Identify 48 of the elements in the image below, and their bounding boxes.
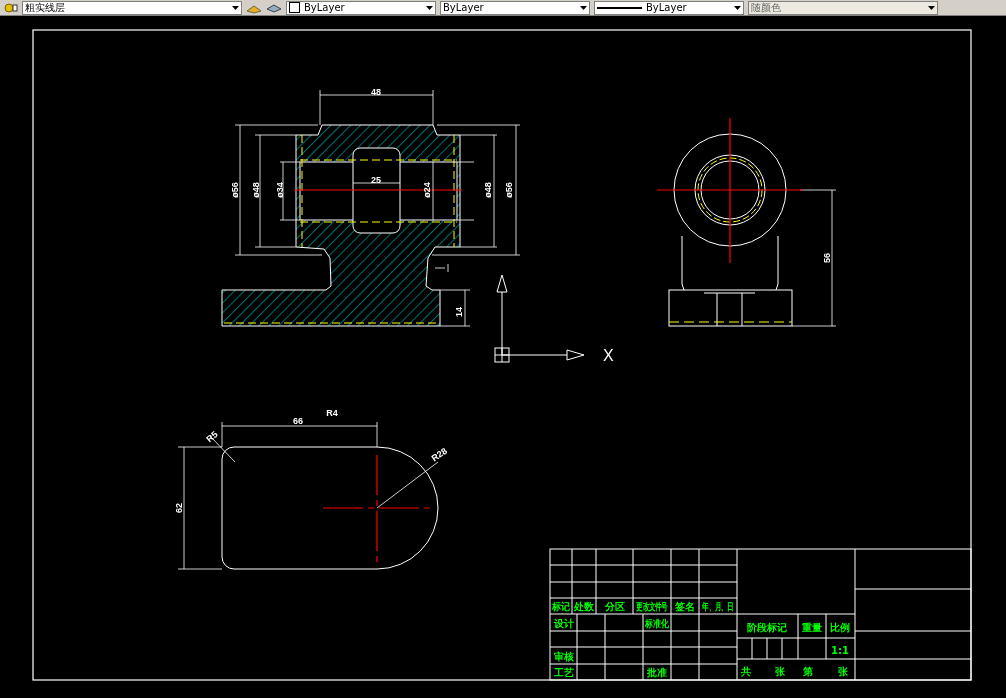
title-block-label: 审核 [553, 651, 574, 662]
dimension-label: ø48 [251, 182, 261, 198]
title-block-label: 标记 [551, 600, 571, 613]
title-block-label: 第 [803, 666, 813, 677]
caret-icon [734, 5, 741, 10]
layer-state-icon[interactable] [4, 0, 18, 15]
color-dropdown[interactable]: ByLayer [286, 0, 436, 15]
lineweight-dropdown[interactable]: ByLayer [594, 0, 744, 15]
title-block-label: 批准 [647, 667, 667, 678]
dimension-label: ø48 [483, 182, 493, 198]
title-block-label: 标准化 [645, 618, 669, 630]
title-block-label: 共 [741, 666, 751, 677]
caret-icon [580, 5, 587, 10]
title-block-label: 更改文件号 [636, 600, 668, 613]
title-block-label: 设计 [553, 618, 574, 629]
linetype-dropdown[interactable]: ByLayer [440, 0, 590, 15]
dimension-label: R4 [326, 408, 338, 418]
dimension-label: ø34 [275, 182, 285, 198]
title-block-label: 张 [775, 666, 785, 677]
dimension-label: 66 [293, 416, 303, 426]
scale-value: 1:1 [831, 645, 849, 656]
title-block-label: 张 [838, 666, 848, 677]
dimension-label: 62 [174, 503, 184, 513]
title-block-label: 签名 [675, 601, 695, 612]
title-block-label: 阶段标记 [747, 622, 787, 633]
plot-style-dropdown[interactable]: 随颜色 [748, 0, 938, 15]
caret-icon [426, 5, 433, 10]
layer-dropdown[interactable]: 粗实线层 [22, 0, 242, 15]
title-block-label: 年、月、日 [702, 600, 734, 613]
title-block-label: 处数 [574, 601, 594, 612]
dimension-label: 25 [371, 175, 381, 185]
caret-icon [928, 5, 935, 10]
dimension-label: R5 [204, 429, 220, 445]
title-block-label: 比例 [830, 622, 850, 633]
dimension-label: ø24 [422, 182, 432, 198]
dimension-label: 56 [822, 253, 832, 263]
x-axis-label: X [603, 347, 614, 364]
title-block-label: 工艺 [553, 667, 574, 678]
dimension-label: ø56 [504, 182, 514, 198]
dimension-label: R28 [429, 445, 449, 464]
drawing-canvas[interactable]: X 48 ø56 ø48 ø34 25 ø24 ø48 ø56 14 56 66 R4 62 R28 R5 标记 处数 分区 更改文件号 签名 年、月、日 设计 标准化 审核 工艺 批准 阶段标记 重量 比例 1:1 共 张 第 张 [0, 16, 1006, 698]
ucs-axis-icon [494, 274, 585, 363]
caret-icon [232, 5, 239, 10]
dimension-label: 14 [454, 307, 464, 317]
title-block-label: 重量 [802, 622, 822, 633]
dimension-label: ø56 [230, 182, 240, 198]
title-block-label: 分区 [604, 601, 625, 612]
dimension-label: 48 [371, 87, 381, 97]
